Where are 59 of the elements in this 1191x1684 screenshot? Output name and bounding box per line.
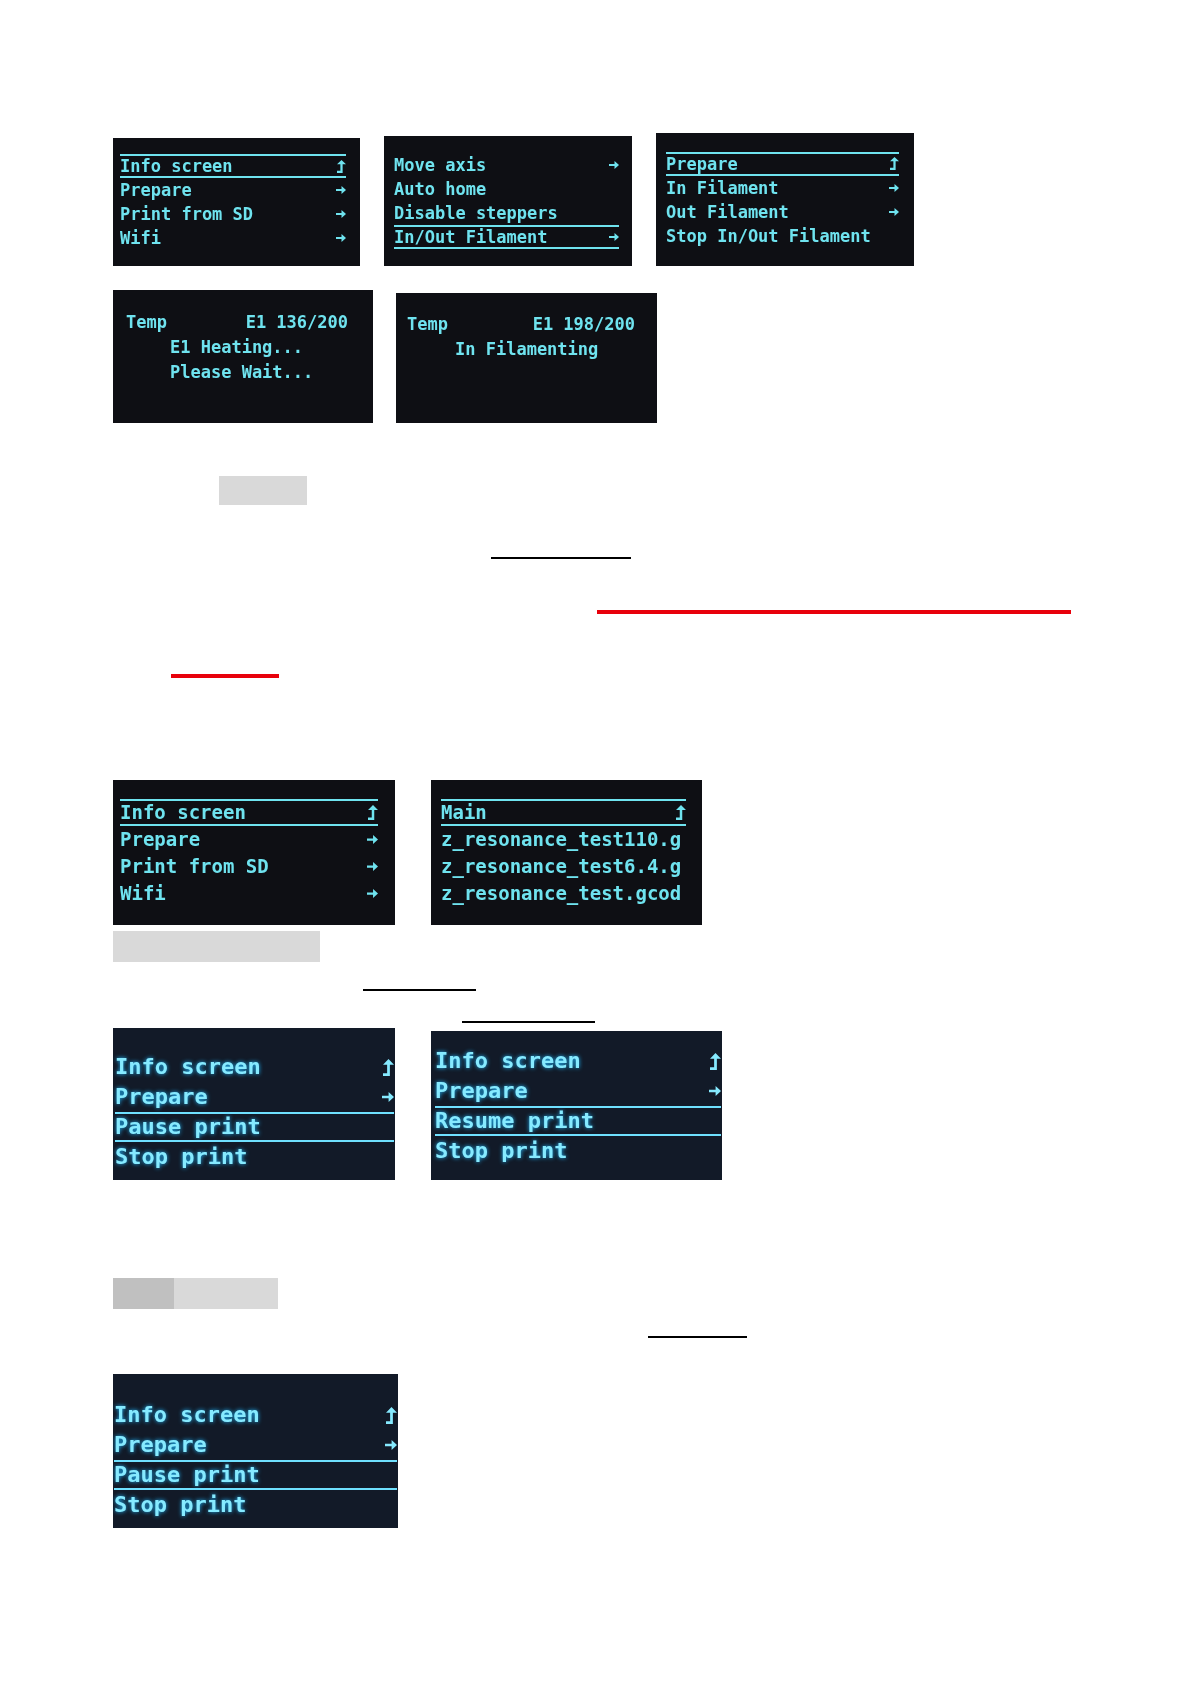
up-arrow-icon bbox=[386, 1406, 397, 1424]
right-arrow-icon bbox=[382, 1092, 394, 1102]
menu-item[interactable]: Wifi bbox=[120, 879, 378, 907]
menu-item[interactable]: Info screen bbox=[120, 154, 346, 178]
menu-item[interactable]: Stop print bbox=[435, 1136, 721, 1166]
right-arrow-icon bbox=[609, 161, 619, 169]
menu-item[interactable]: z_resonance_test.gcod bbox=[441, 879, 686, 907]
menu-item[interactable]: Print from SD bbox=[120, 852, 378, 880]
up-arrow-icon bbox=[676, 804, 686, 820]
menu-item[interactable]: Prepare bbox=[115, 1082, 394, 1112]
status-message: In Filamenting bbox=[454, 338, 600, 361]
menu-item[interactable]: Disable steppers bbox=[394, 201, 619, 225]
menu-item[interactable]: Auto home bbox=[394, 177, 619, 201]
menu-item[interactable]: Resume print bbox=[435, 1106, 721, 1136]
temp-label: Temp bbox=[407, 313, 448, 336]
menu-item[interactable]: z_resonance_test110.g bbox=[441, 825, 686, 853]
menu-item[interactable]: Pause print bbox=[115, 1112, 394, 1142]
right-arrow-icon bbox=[336, 234, 346, 242]
menu-item[interactable]: Stop In/Out Filament bbox=[666, 223, 899, 248]
right-arrow-icon bbox=[609, 233, 619, 241]
right-arrow-icon bbox=[367, 834, 378, 844]
up-arrow-icon bbox=[383, 1058, 394, 1076]
menu-item[interactable]: Prepare bbox=[435, 1076, 721, 1106]
menu-item[interactable]: In Filament bbox=[666, 175, 899, 200]
right-arrow-icon bbox=[385, 1440, 397, 1450]
right-arrow-icon bbox=[889, 183, 899, 192]
status-message: Please Wait... bbox=[169, 361, 315, 384]
right-arrow-icon bbox=[367, 888, 378, 898]
menu-item[interactable]: Info screen bbox=[435, 1046, 721, 1076]
menu-item[interactable]: z_resonance_test6.4.g bbox=[441, 852, 686, 880]
menu-item[interactable]: Info screen bbox=[115, 1052, 394, 1082]
right-arrow-icon bbox=[336, 210, 346, 218]
temp-label: Temp bbox=[126, 311, 167, 334]
temperature-reading: E1 198/200 bbox=[532, 313, 635, 336]
status-message: E1 Heating... bbox=[169, 336, 305, 359]
menu-item[interactable]: Prepare bbox=[666, 151, 899, 176]
up-arrow-icon bbox=[368, 804, 378, 820]
menu-item[interactable]: Info screen bbox=[120, 798, 378, 826]
menu-item[interactable]: Prepare bbox=[120, 825, 378, 853]
up-arrow-icon bbox=[890, 157, 899, 170]
up-arrow-icon bbox=[710, 1052, 721, 1070]
menu-item[interactable]: In/Out Filament bbox=[394, 225, 619, 249]
menu-item[interactable]: Prepare bbox=[120, 178, 346, 202]
menu-item[interactable]: Prepare bbox=[114, 1430, 397, 1460]
menu-item[interactable]: Info screen bbox=[114, 1400, 397, 1430]
menu-item[interactable]: Move axis bbox=[394, 153, 619, 177]
menu-item[interactable]: Main bbox=[441, 798, 686, 826]
menu-item[interactable]: Print from SD bbox=[120, 202, 346, 226]
right-arrow-icon bbox=[336, 186, 346, 194]
up-arrow-icon bbox=[337, 159, 346, 173]
menu-item[interactable]: Out Filament bbox=[666, 199, 899, 224]
right-arrow-icon bbox=[709, 1086, 721, 1096]
menu-item[interactable]: Stop print bbox=[115, 1142, 394, 1172]
menu-item[interactable]: Stop print bbox=[114, 1490, 397, 1520]
right-arrow-icon bbox=[367, 861, 378, 871]
menu-item[interactable]: Wifi bbox=[120, 226, 346, 250]
temperature-reading: E1 136/200 bbox=[245, 311, 348, 334]
menu-item[interactable]: Pause print bbox=[114, 1460, 397, 1490]
right-arrow-icon bbox=[889, 207, 899, 216]
